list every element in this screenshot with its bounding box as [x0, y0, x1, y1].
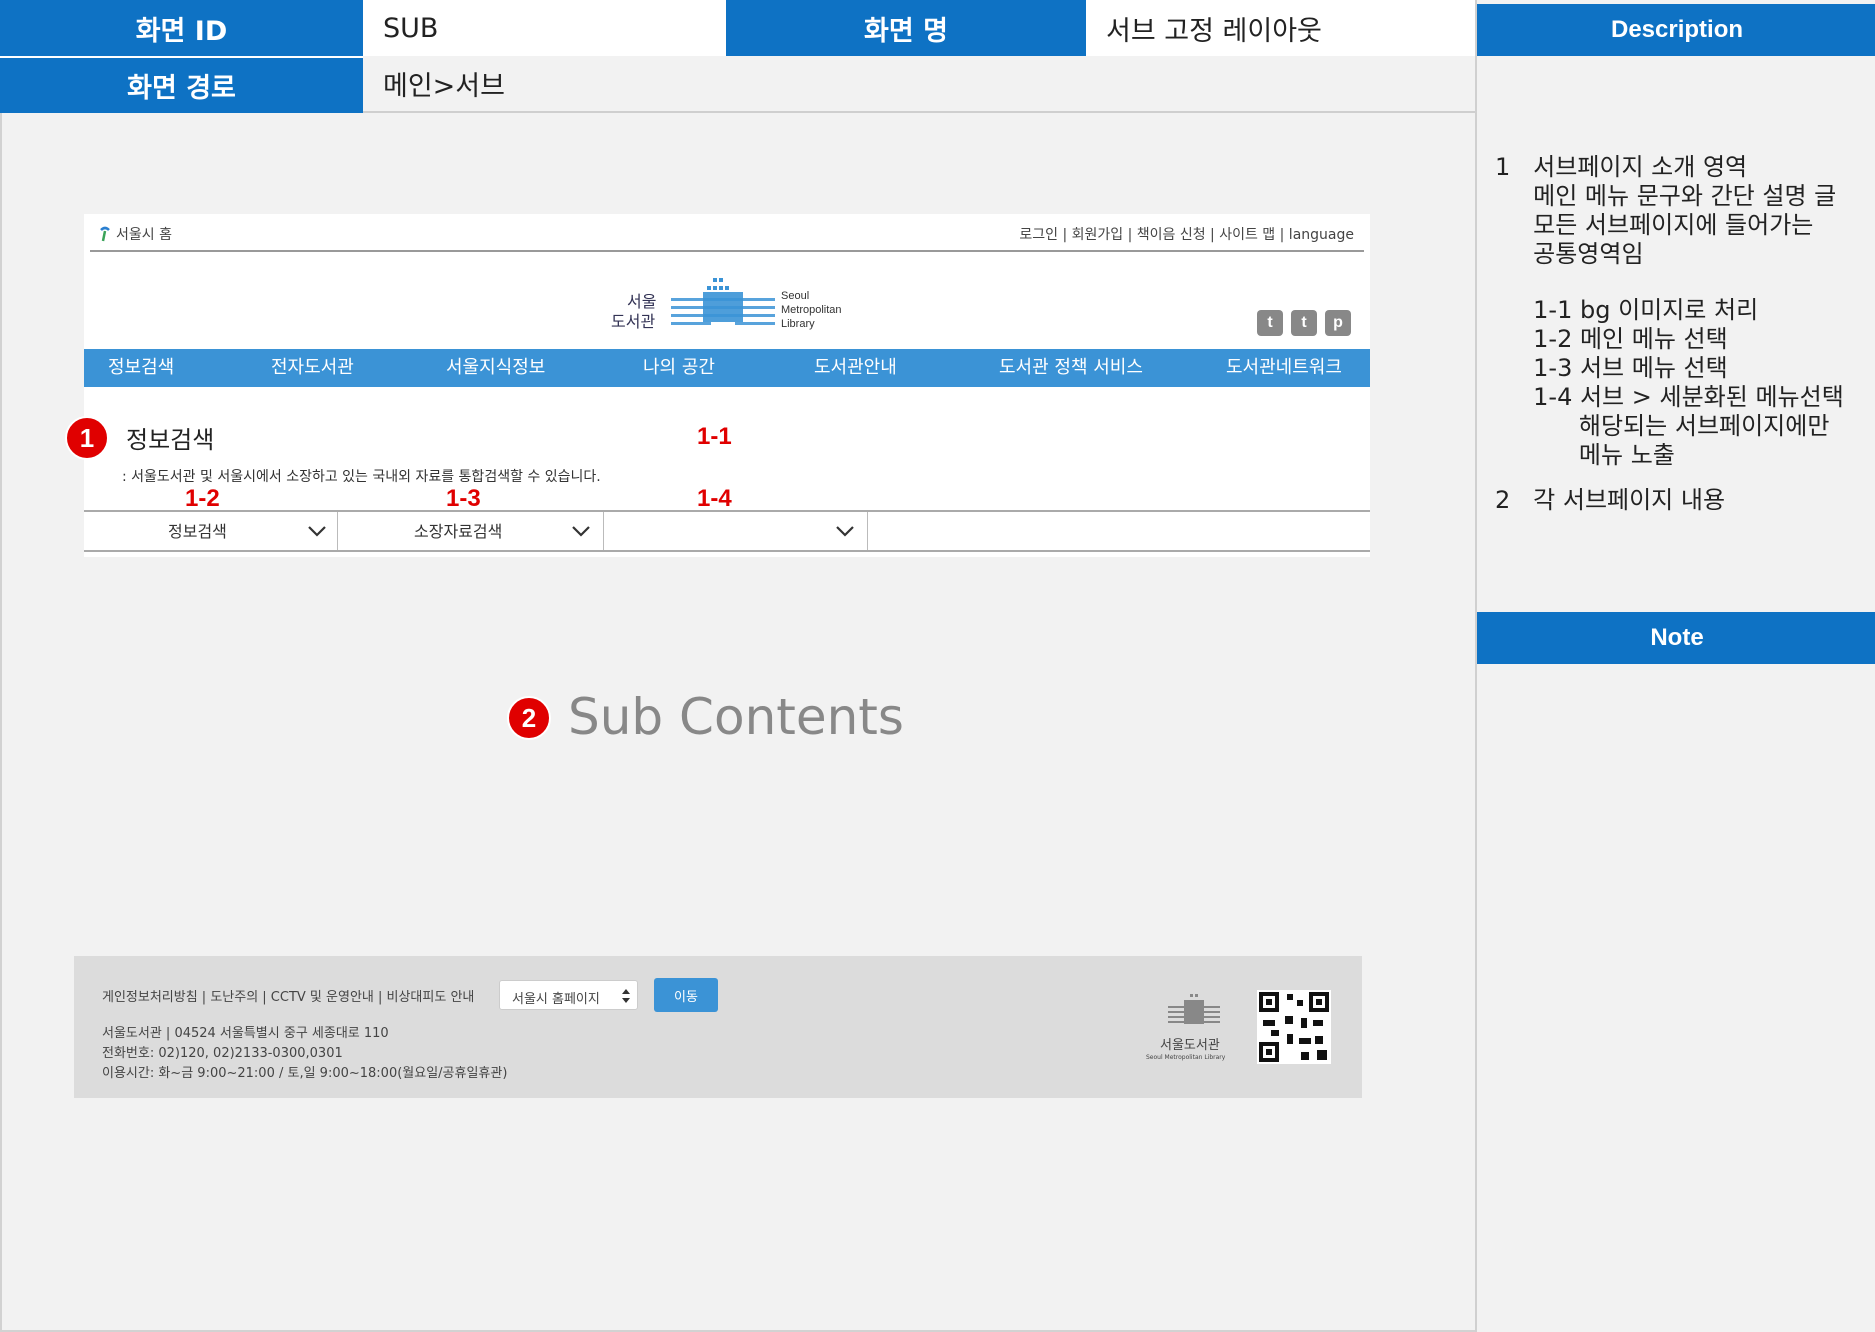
- footer-logo-en: Seoul Metropolitan Library: [1146, 1054, 1226, 1061]
- snb-sub-menu-select[interactable]: 소장자료검색: [338, 512, 604, 550]
- annotation-marker-2: 2: [507, 696, 551, 740]
- main-navigation: 정보검색 전자도서관 서울지식정보 나의 공간 도서관안내 도서관 정책 서비스…: [84, 349, 1370, 387]
- snb-main-menu-select[interactable]: 정보검색: [84, 512, 338, 550]
- footer-logo-ko: 서울도서관: [1160, 1038, 1220, 1053]
- screen-name-value: 서브 고정 레이아웃: [1086, 0, 1475, 56]
- chevron-down-icon: [572, 526, 590, 537]
- sub-navigation: 정보검색 소장자료검색: [84, 510, 1370, 552]
- footer-hours: 이용시간: 화~금 9:00~21:00 / 토,일 9:00~18:00(월요…: [102, 1066, 508, 1081]
- chevron-down-icon: [836, 526, 854, 537]
- annotation-label-1-3: 1-3: [446, 485, 481, 512]
- page-title: 정보검색: [126, 426, 215, 454]
- description-sidebar: Description 1 서브페이지 소개 영역 메인 메뉴 문구와 간단 설…: [1475, 0, 1875, 1332]
- description-line: 2 각 서브페이지 내용: [1495, 486, 1726, 514]
- library-building-icon: [671, 278, 775, 325]
- snb-detail-menu-select[interactable]: [604, 512, 868, 550]
- annotation-label-1-4: 1-4: [697, 485, 732, 512]
- gnb-item-my-space[interactable]: 나의 공간: [643, 349, 715, 387]
- library-building-icon: [1168, 994, 1220, 1024]
- logo-en-2: Metropolitan: [781, 304, 842, 316]
- qr-code-icon: [1257, 990, 1331, 1064]
- description-line: 1-2 메인 메뉴 선택: [1495, 325, 1728, 353]
- note-title: Note: [1477, 612, 1875, 664]
- logo-en-3: Library: [781, 318, 815, 330]
- gnb-item-library-network[interactable]: 도서관네트워크: [1226, 349, 1342, 387]
- go-button[interactable]: 이동: [654, 978, 718, 1012]
- home-link[interactable]: 서울시 홈: [98, 224, 172, 244]
- description-line: 메인 메뉴 문구와 간단 설명 글: [1495, 182, 1837, 210]
- description-line: 해당되는 서브페이지에만: [1495, 412, 1830, 440]
- screen-path-label: 화면 경로: [0, 56, 363, 113]
- site-logo[interactable]: 서울 도서관 Seoul Metropolitan Library: [611, 266, 851, 336]
- gnb-item-policy-service[interactable]: 도서관 정책 서비스: [999, 349, 1143, 387]
- description-line: 공통영역임: [1495, 240, 1644, 268]
- home-link-label: 서울시 홈: [116, 227, 172, 243]
- site-footer: 게인정보처리방침 | 도난주의 | CCTV 및 운영안내 | 비상대피도 안내…: [74, 956, 1362, 1098]
- gnb-item-info-search[interactable]: 정보검색: [108, 349, 174, 387]
- seoul-logo-icon: [100, 226, 110, 242]
- annotation-marker-1: 1: [65, 416, 109, 460]
- gnb-item-library-guide[interactable]: 도서관안내: [814, 349, 897, 387]
- description-line: 1 서브페이지 소개 영역: [1495, 153, 1748, 181]
- description-line: 1-4 서브 > 세분화된 메뉴선택: [1495, 383, 1844, 411]
- footer-links[interactable]: 게인정보처리방침 | 도난주의 | CCTV 및 운영안내 | 비상대피도 안내: [102, 986, 474, 1005]
- footer-address: 서울도서관 | 04524 서울특별시 중구 세종대로 110: [102, 1026, 389, 1041]
- top-util-links[interactable]: 로그인 | 회원가입 | 책이음 신청 | 사이트 맵 | language: [1019, 224, 1354, 244]
- annotation-label-1-2: 1-2: [185, 485, 220, 512]
- description-line: 1-3 서브 메뉴 선택: [1495, 354, 1728, 382]
- description-line: 메뉴 노출: [1495, 441, 1675, 469]
- tumblr-icon[interactable]: t: [1291, 310, 1317, 336]
- screen-id-value: SUB: [363, 0, 726, 56]
- family-site-select-value: 서울시 홈페이지: [512, 992, 600, 1007]
- gnb-item-e-library[interactable]: 전자도서관: [271, 349, 354, 387]
- sub-contents-placeholder: Sub Contents: [568, 688, 904, 746]
- snb-sub-menu-label: 소장자료검색: [414, 522, 503, 541]
- description-line: 1-1 bg 이미지로 처리: [1495, 296, 1759, 324]
- screen-id-label: 화면 ID: [0, 0, 363, 56]
- snb-main-menu-label: 정보검색: [168, 522, 227, 541]
- logo-ko-2: 도서관: [611, 312, 656, 331]
- logo-en-1: Seoul: [781, 290, 810, 302]
- chevron-down-icon: [308, 526, 326, 537]
- family-site-select[interactable]: 서울시 홈페이지: [499, 980, 638, 1010]
- description-title: Description: [1477, 4, 1875, 56]
- top-divider: [90, 250, 1364, 252]
- screen-name-label: 화면 명: [726, 0, 1086, 56]
- annotation-label-1-1: 1-1: [697, 423, 732, 450]
- updown-arrow-icon: [622, 989, 630, 1003]
- page-description: : 서울도서관 및 서울시에서 소장하고 있는 국내외 자료를 통합검색할 수 …: [122, 469, 601, 485]
- description-line: 모든 서브페이지에 들어가는: [1495, 211, 1814, 239]
- pinterest-icon[interactable]: p: [1325, 310, 1351, 336]
- footer-logo: 서울도서관 Seoul Metropolitan Library: [1146, 992, 1242, 1072]
- twitter-icon[interactable]: t: [1257, 310, 1283, 336]
- screen-path-value: 메인>서브: [363, 56, 1475, 113]
- footer-phone: 전화번호: 02)120, 02)2133-0300,0301: [102, 1046, 343, 1061]
- gnb-item-seoul-knowledge[interactable]: 서울지식정보: [446, 349, 545, 387]
